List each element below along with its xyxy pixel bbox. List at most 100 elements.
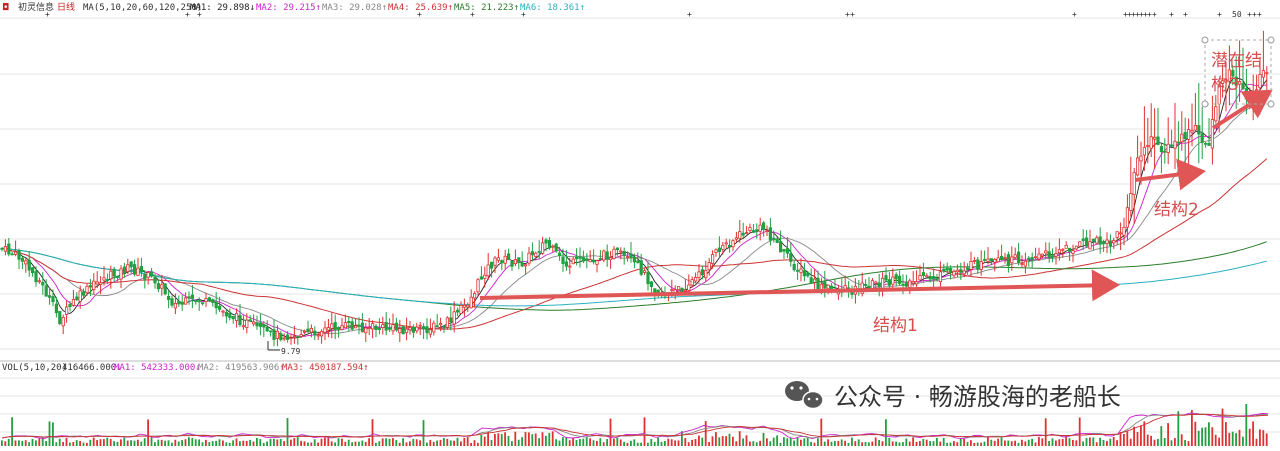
volume-bar [670, 439, 673, 446]
event-marker[interactable]: + [1072, 10, 1077, 19]
volume-bar [779, 442, 782, 446]
candle-body [156, 283, 160, 290]
candle-body [92, 280, 96, 290]
volume-bar [191, 437, 194, 446]
selection-handle[interactable] [1201, 100, 1209, 108]
candle-body [1207, 142, 1211, 146]
volume-legend-item: MA2: 419563.906↑ [198, 363, 285, 373]
volume-bar [878, 439, 880, 446]
event-marker[interactable]: + [197, 10, 202, 19]
candle-body [1241, 82, 1245, 89]
volume-bar [460, 441, 462, 446]
volume-bar [963, 438, 965, 446]
candle-body [789, 253, 793, 262]
candle-body [489, 261, 494, 269]
candle-body [1051, 255, 1055, 258]
event-marker[interactable]: + [185, 10, 190, 19]
candle-body [915, 281, 919, 285]
candle-body [1173, 140, 1177, 149]
volume-bar [354, 441, 357, 446]
candle-body [864, 283, 868, 286]
event-marker[interactable]: + [687, 10, 692, 19]
event-marker[interactable]: + [521, 10, 526, 19]
event-marker[interactable]: + [850, 10, 855, 19]
volume-bar [820, 418, 823, 446]
volume-bar [92, 437, 95, 446]
volume-bar [830, 441, 833, 446]
candle-body [1244, 88, 1248, 100]
volume-bar [1082, 441, 1084, 446]
candle-body [24, 260, 28, 265]
selection-handle[interactable] [1267, 100, 1275, 108]
candle-body [1044, 250, 1048, 254]
candle-body [367, 327, 371, 329]
candle-body [602, 250, 606, 261]
volume-bar [1180, 434, 1183, 446]
volume-bar [643, 417, 646, 446]
candle-body [683, 289, 688, 292]
volume-bar [827, 439, 829, 446]
candle-body [1030, 257, 1034, 260]
candle-body [962, 270, 966, 275]
event-marker[interactable]: + [470, 10, 475, 19]
selection-handle[interactable] [1267, 36, 1275, 44]
event-marker[interactable]: + [1257, 10, 1262, 19]
candle-body [1190, 129, 1194, 133]
volume-bar [198, 439, 200, 446]
volume-bar [973, 442, 976, 446]
event-marker[interactable]: + [45, 10, 50, 19]
candle-body [887, 279, 892, 286]
candle-body [143, 274, 147, 280]
volume-bar [38, 438, 41, 446]
candle-body [1068, 247, 1072, 252]
candle-body [687, 284, 691, 291]
event-marker[interactable]: + [1169, 10, 1174, 19]
volume-bar [1211, 427, 1214, 446]
candle-body [309, 327, 314, 333]
event-marker[interactable]: + [1152, 10, 1157, 19]
candle-body [983, 259, 987, 261]
period-label[interactable]: 日线 [57, 1, 75, 13]
selection-handle[interactable] [1201, 36, 1209, 44]
candle-body [330, 323, 334, 329]
volume-bar [725, 436, 727, 446]
candle-body [537, 250, 541, 253]
volume-bar [602, 442, 605, 446]
volume-bar [619, 439, 622, 446]
candle-body [728, 245, 732, 248]
volume-bar [1061, 438, 1064, 446]
volume-bar [534, 433, 537, 446]
volume-bar [681, 431, 683, 446]
candle-body [126, 264, 130, 272]
volume-bar [259, 439, 262, 446]
event-marker[interactable]: + [1217, 10, 1222, 19]
volume-bar [133, 440, 136, 446]
volume-bar [167, 440, 170, 446]
candle-body [1166, 143, 1170, 153]
volume-bar [327, 437, 330, 446]
candle-body [619, 250, 623, 253]
candle-body [918, 274, 922, 281]
volume-bar [1017, 442, 1020, 446]
event-marker[interactable]: + [417, 10, 422, 19]
candle-body [44, 285, 48, 297]
volume-bar [96, 440, 98, 446]
candle-body [779, 241, 783, 253]
volume-bar [558, 440, 561, 446]
candle-body [177, 300, 181, 305]
candle-body [41, 281, 45, 286]
volume-bar [225, 442, 228, 446]
candle-body [10, 253, 14, 256]
volume-bar [772, 437, 775, 446]
volume-bar [786, 438, 789, 446]
volume-bar [402, 438, 404, 446]
event-marker[interactable]: + [1183, 10, 1188, 19]
volume-bar [52, 422, 54, 446]
volume-bar [1058, 439, 1061, 446]
candle-body [17, 250, 21, 260]
volume-bar [592, 440, 595, 446]
volume-bar [82, 442, 85, 446]
candle-body [520, 262, 524, 267]
volume-bar [1055, 440, 1057, 446]
volume-bar [140, 441, 143, 446]
